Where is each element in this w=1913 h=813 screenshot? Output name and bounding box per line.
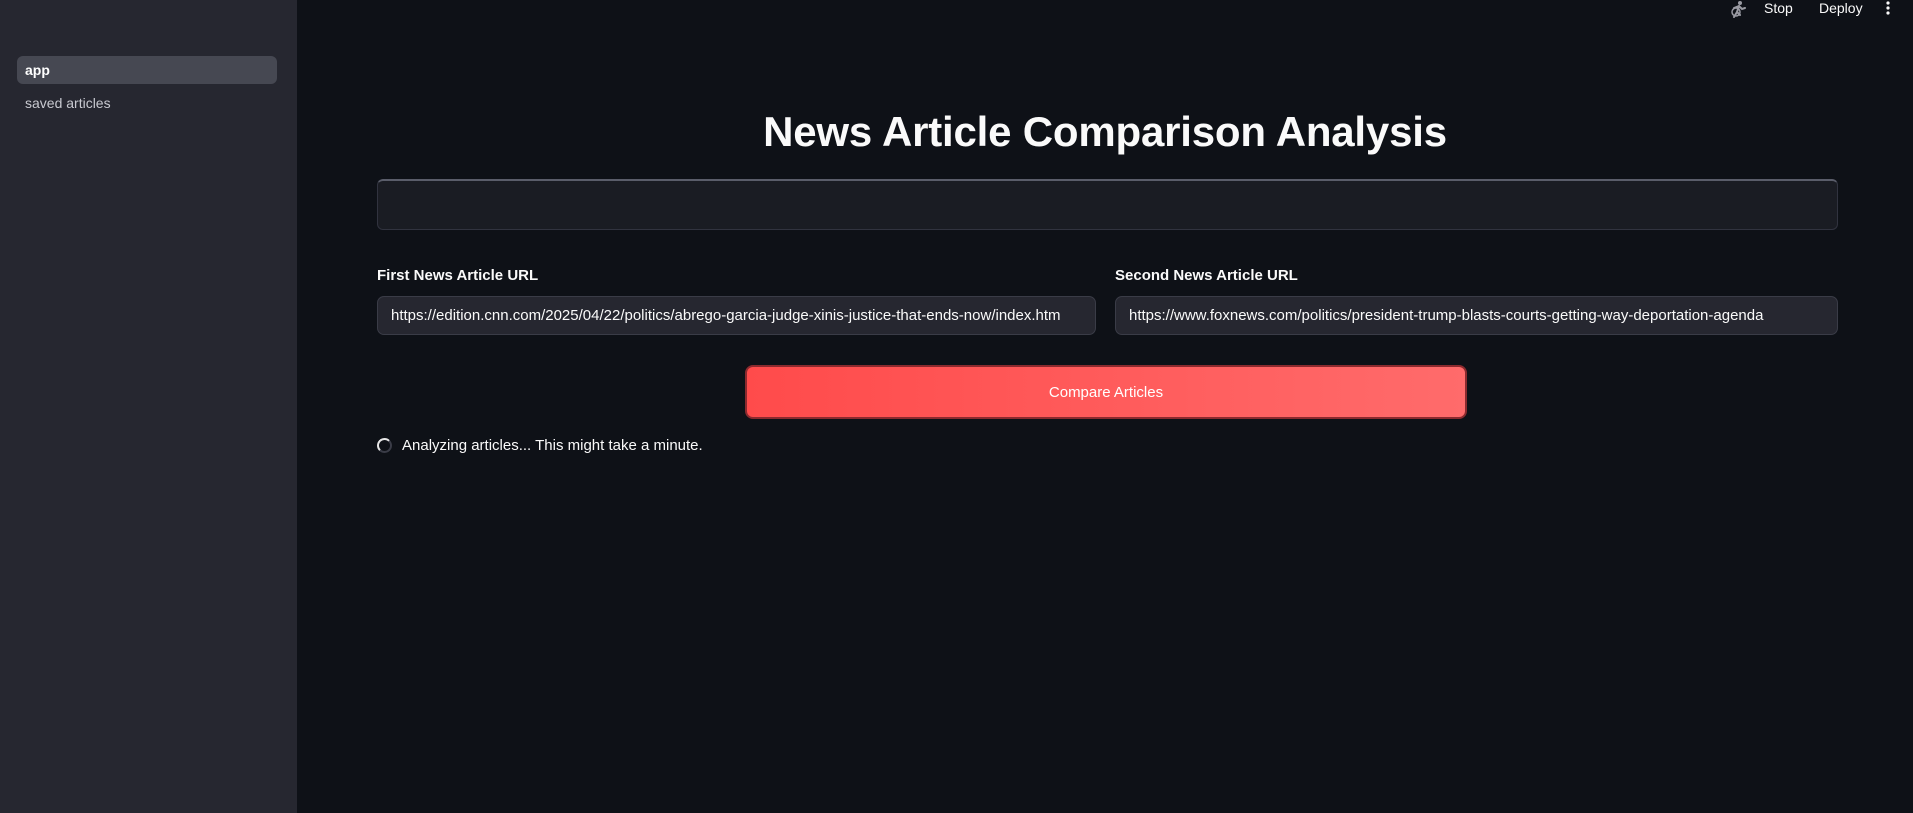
sidebar-item-label: app xyxy=(25,62,50,78)
sidebar-item-saved-articles[interactable]: saved articles xyxy=(17,89,277,117)
vertical-dots-icon[interactable] xyxy=(1883,1,1893,22)
content-box xyxy=(377,179,1838,230)
page-title: News Article Comparison Analysis xyxy=(763,108,1447,155)
running-man-icon[interactable] xyxy=(1728,0,1748,23)
sidebar-item-app[interactable]: app xyxy=(17,56,277,84)
deploy-button[interactable]: Deploy xyxy=(1819,0,1863,16)
main-content: Stop Deploy News Article Comparison Anal… xyxy=(297,0,1913,813)
second-url-input[interactable] xyxy=(1115,296,1838,335)
first-url-label: First News Article URL xyxy=(377,267,539,284)
stop-button[interactable]: Stop xyxy=(1764,0,1793,16)
status-text: Analyzing articles... This might take a … xyxy=(402,437,703,454)
sidebar: app saved articles xyxy=(0,0,297,813)
second-url-label: Second News Article URL xyxy=(1115,267,1298,284)
first-url-input[interactable] xyxy=(377,296,1096,335)
spinner-icon xyxy=(377,438,392,453)
compare-articles-button[interactable]: Compare Articles xyxy=(745,365,1467,419)
status-message: Analyzing articles... This might take a … xyxy=(377,437,703,454)
sidebar-item-label: saved articles xyxy=(25,95,111,111)
